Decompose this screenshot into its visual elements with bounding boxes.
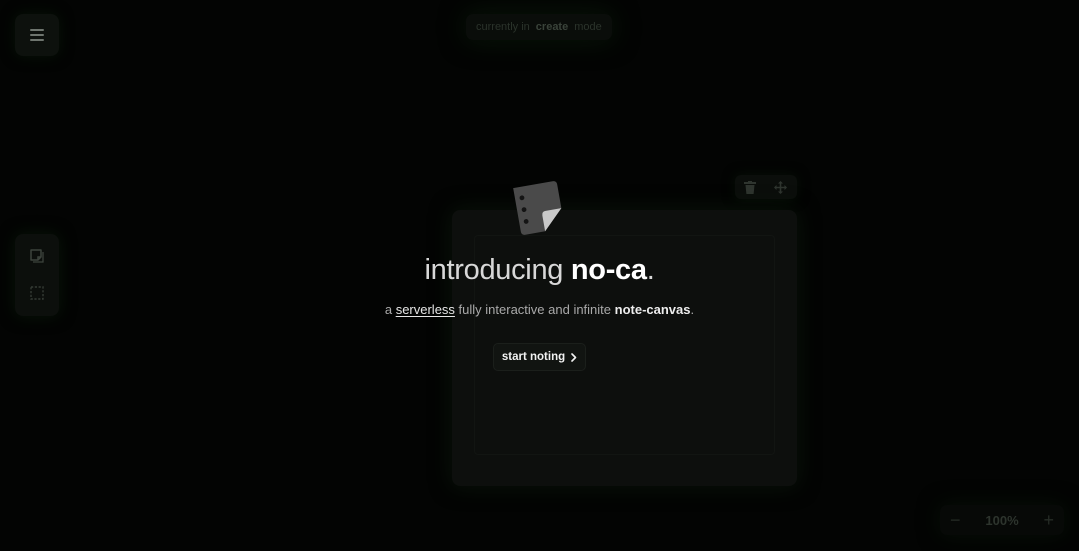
start-noting-label: start noting — [501, 351, 566, 363]
app-page: currently in create mode − 100% + introd… — [0, 0, 1079, 551]
start-noting-button[interactable]: start noting — [493, 343, 586, 371]
intro-heading: introducing no-ca. — [0, 254, 1079, 287]
subtitle-part1: a — [384, 302, 396, 317]
intro-subtitle: a serverless fully interactive and infin… — [0, 302, 1079, 317]
subtitle-part3: . — [690, 302, 695, 317]
subtitle-part2: fully interactive and infinite — [454, 302, 615, 317]
sticky-note-logo-icon — [513, 181, 562, 235]
serverless-link[interactable]: serverless — [396, 302, 455, 317]
heading-suffix: . — [646, 254, 655, 286]
chevron-right-icon — [571, 352, 577, 362]
heading-prefix: introducing — [424, 254, 571, 286]
note-canvas-text: note-canvas — [614, 302, 691, 317]
intro-overlay: introducing no-ca. a serverless fully in… — [0, 0, 1079, 551]
product-name: no-ca — [570, 254, 647, 286]
